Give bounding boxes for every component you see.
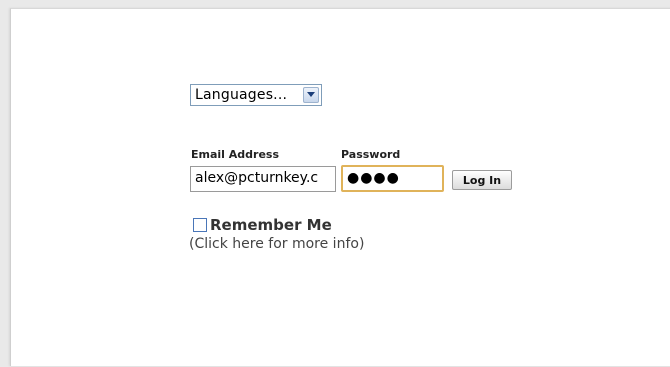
login-button[interactable]: Log In	[452, 170, 512, 190]
email-field[interactable]: alex@pcturnkey.c	[190, 166, 336, 192]
language-select-value: Languages...	[195, 87, 288, 103]
password-label: Password	[341, 148, 401, 161]
remember-me-label[interactable]: Remember Me	[210, 216, 332, 234]
language-select[interactable]: Languages...	[190, 84, 322, 106]
remember-me-row[interactable]: Remember Me	[193, 216, 332, 234]
email-label: Email Address	[191, 148, 280, 161]
remember-me-checkbox[interactable]	[193, 218, 207, 232]
more-info-link[interactable]: (Click here for more info)	[189, 236, 364, 252]
chevron-down-icon[interactable]	[303, 87, 319, 103]
login-panel	[10, 8, 670, 366]
password-field[interactable]: ●●●●	[341, 165, 444, 192]
